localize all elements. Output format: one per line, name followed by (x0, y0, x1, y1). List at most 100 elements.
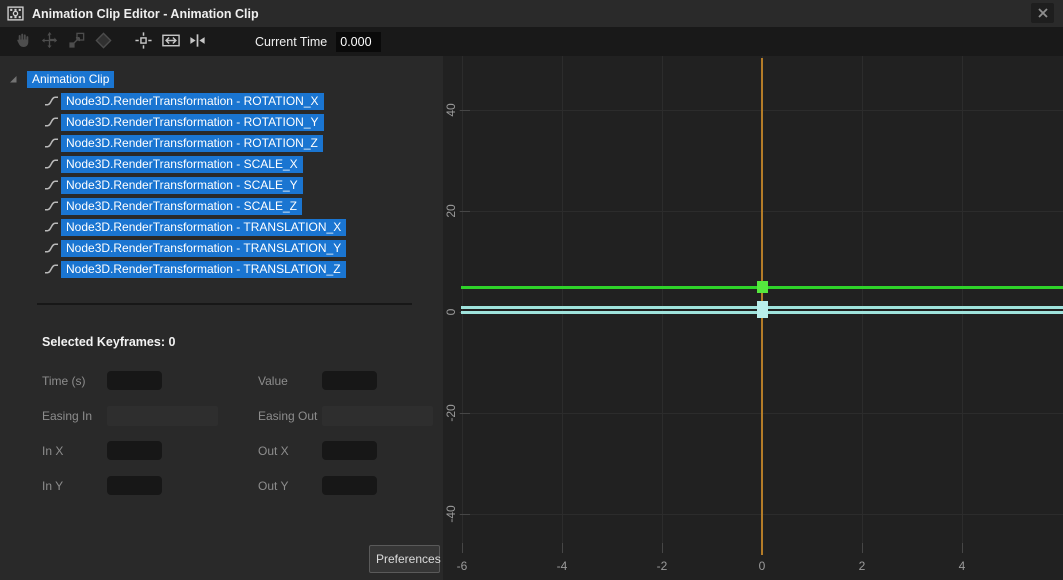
animation-curve-icon (44, 200, 59, 212)
animation-curve-icon (44, 263, 59, 275)
in-x-input[interactable] (107, 441, 162, 460)
form-row-in-out-x: In X Out X (0, 441, 443, 462)
panel-divider (37, 303, 412, 305)
animation-clip-icon (7, 5, 24, 22)
out-y-label: Out Y (258, 479, 288, 493)
animation-clip-editor-window: Animation Clip Editor - Animation Clip C… (0, 0, 1063, 580)
x-tickmark (962, 543, 963, 553)
keyframe-tool-button[interactable] (90, 29, 117, 54)
y-tickmark (460, 413, 470, 414)
y-tick-label: 20 (444, 204, 458, 217)
value-field-label: Value (258, 374, 288, 388)
tree-item-label: Node3D.RenderTransformation - TRANSLATIO… (61, 219, 346, 236)
tree-item-label: Node3D.RenderTransformation - ROTATION_X (61, 93, 324, 110)
x-tick-label: 2 (844, 559, 880, 573)
tree-item-label: Node3D.RenderTransformation - SCALE_Z (61, 198, 302, 215)
x-tick-label: 0 (744, 559, 780, 573)
out-y-input[interactable] (322, 476, 377, 495)
out-x-input[interactable] (322, 441, 377, 460)
green-curve-keyframe[interactable] (757, 281, 768, 293)
close-icon (1038, 8, 1048, 18)
animation-curve-icon (44, 158, 59, 170)
expand-arrows-icon (188, 31, 207, 53)
animation-curve-icon (44, 179, 59, 191)
in-x-label: In X (42, 444, 63, 458)
x-gridline (862, 56, 863, 553)
form-row-time-value: Time (s) Value (0, 371, 443, 392)
tree-item-label: Node3D.RenderTransformation - TRANSLATIO… (61, 240, 346, 257)
animation-curve-icon (44, 116, 59, 128)
animation-curve-icon (44, 221, 59, 233)
preferences-button[interactable]: Preferences (369, 545, 440, 573)
value-input[interactable] (322, 371, 377, 390)
time-field-label: Time (s) (42, 374, 86, 388)
easing-out-label: Easing Out (258, 409, 317, 423)
cyan-curve-lower-keyframe[interactable] (757, 306, 768, 318)
tree-item[interactable]: Node3D.RenderTransformation - TRANSLATIO… (44, 260, 346, 278)
expander-icon[interactable] (8, 74, 18, 84)
x-gridline (662, 56, 663, 553)
in-y-input[interactable] (107, 476, 162, 495)
y-tick-label: -20 (444, 404, 458, 421)
crosshair-icon (134, 31, 153, 53)
selected-keyframes-label: Selected Keyframes: 0 (42, 335, 175, 349)
fit-width-button[interactable] (184, 29, 211, 54)
form-row-in-out-y: In Y Out Y (0, 476, 443, 497)
animation-curve-icon (44, 137, 59, 149)
tree-item[interactable]: Node3D.RenderTransformation - TRANSLATIO… (44, 218, 346, 236)
tree-item-label: Node3D.RenderTransformation - ROTATION_Y (61, 114, 324, 131)
scale-tool-button[interactable] (63, 29, 90, 54)
tree-item-label: Node3D.RenderTransformation - TRANSLATIO… (61, 261, 346, 278)
tree-item[interactable]: Node3D.RenderTransformation - SCALE_X (44, 155, 303, 173)
tree-item[interactable]: Node3D.RenderTransformation - SCALE_Y (44, 176, 303, 194)
tree-item[interactable]: Node3D.RenderTransformation - ROTATION_Z (44, 134, 323, 152)
toolbar: Current Time (0, 27, 1063, 56)
y-tick-label: 40 (444, 103, 458, 116)
tree-item[interactable]: Node3D.RenderTransformation - ROTATION_Y (44, 113, 324, 131)
tree-root-item[interactable]: Animation Clip (0, 70, 114, 88)
pan-tool-button[interactable] (9, 29, 36, 54)
current-time-input[interactable] (336, 32, 381, 52)
animation-curve-icon (44, 242, 59, 254)
form-row-easing: Easing In Easing Out (0, 406, 443, 427)
easing-in-label: Easing In (42, 409, 92, 423)
y-tick-label: -40 (444, 505, 458, 522)
in-y-label: In Y (42, 479, 63, 493)
scale-icon (67, 31, 86, 53)
fit-horizontally-button[interactable] (157, 29, 184, 54)
x-gridline (562, 56, 563, 553)
x-tickmark (562, 543, 563, 553)
titlebar: Animation Clip Editor - Animation Clip (0, 0, 1063, 27)
x-tickmark (662, 543, 663, 553)
selected-keyframes-text: Selected Keyframes: (42, 335, 165, 349)
x-tick-label: -2 (644, 559, 680, 573)
out-x-label: Out X (258, 444, 289, 458)
y-tickmark (460, 514, 470, 515)
curve-graph[interactable]: -6-4-202440200-20-40 (443, 56, 1063, 580)
curve-list-panel: Animation Clip Node3D.RenderTransformati… (0, 56, 443, 580)
x-tick-label: 4 (944, 559, 980, 573)
x-tick-label: -6 (444, 559, 480, 573)
x-gridline (462, 56, 463, 553)
easing-out-input[interactable] (322, 406, 433, 426)
tree-item[interactable]: Node3D.RenderTransformation - ROTATION_X (44, 92, 324, 110)
tree-item[interactable]: Node3D.RenderTransformation - TRANSLATIO… (44, 239, 346, 257)
close-button[interactable] (1031, 3, 1054, 23)
diamond-icon (94, 31, 113, 53)
x-tick-label: -4 (544, 559, 580, 573)
time-input[interactable] (107, 371, 162, 390)
move-arrows-icon (40, 31, 59, 53)
window-title: Animation Clip Editor - Animation Clip (32, 7, 259, 21)
selected-keyframes-count: 0 (168, 335, 175, 349)
move-tool-button[interactable] (36, 29, 63, 54)
tree-item-label: Node3D.RenderTransformation - ROTATION_Z (61, 135, 323, 152)
easing-in-input[interactable] (107, 406, 218, 426)
x-gridline (962, 56, 963, 553)
tree-item[interactable]: Node3D.RenderTransformation - SCALE_Z (44, 197, 302, 215)
y-tickmark (460, 110, 470, 111)
x-tickmark (462, 543, 463, 553)
y-tick-label: 0 (444, 309, 458, 316)
center-current-time-button[interactable] (130, 29, 157, 54)
current-time-label: Current Time (255, 35, 327, 49)
y-tickmark (460, 211, 470, 212)
